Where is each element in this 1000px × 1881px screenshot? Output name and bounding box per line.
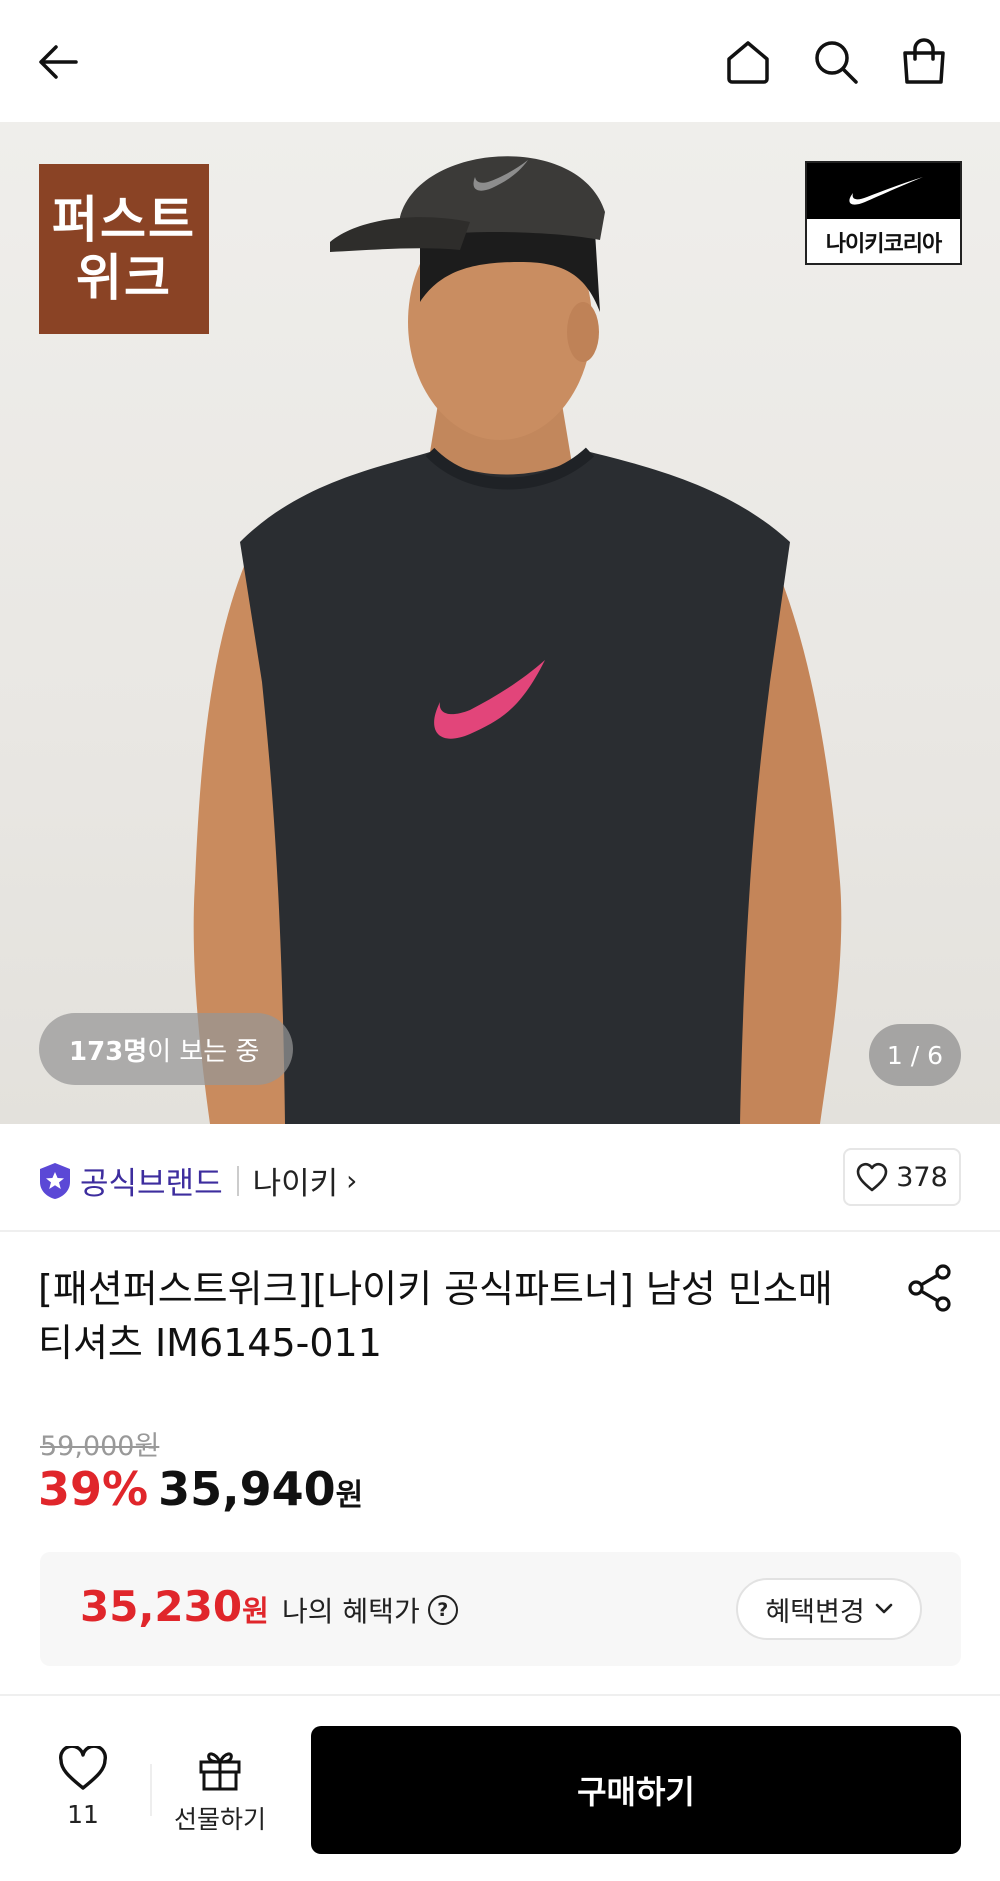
chevron-down-icon [875,1603,892,1614]
back-button[interactable] [30,34,86,90]
swoosh-icon [848,177,923,205]
shopping-bag-button[interactable] [896,34,952,90]
brand-like-button[interactable]: 378 [843,1148,961,1206]
gift-icon [199,1752,241,1791]
gift-label: 선물하기 [173,1805,266,1834]
shopping-bag-icon [903,38,945,84]
buy-button[interactable]: 구매하기 [311,1726,961,1854]
viewers-suffix: 이 보는 중 [147,1036,260,1067]
image-page-indicator: 1 / 6 [869,1024,961,1086]
change-benefit-label: 혜택변경 [765,1596,865,1628]
top-navigation-bar [0,0,1000,122]
discount-rate: 39% [38,1462,149,1516]
first-week-badge: 퍼스트 위크 [39,164,209,334]
home-icon [727,41,769,84]
product-image-carousel[interactable]: 퍼스트 위크 나이키코리아 173명 이 보는 중 1 / 6 [0,122,1000,1124]
benefit-price-currency: 원 [242,1594,269,1628]
product-title: [패션퍼스트위크][나이키 공식파트너] 남성 민소매 티셔츠 IM6145-0… [38,1267,833,1365]
heart-icon [59,1744,107,1790]
bottom-action-bar: 11 선물하기 구매하기 [0,1696,1000,1881]
benefit-label: 나의 혜택가 [282,1595,420,1628]
sale-price: 35,940 [158,1462,336,1516]
gift-button[interactable]: 선물하기 [166,1746,274,1836]
benefit-price-value: 35,230 [80,1582,243,1631]
wishlist-button[interactable]: 11 [40,1744,126,1829]
brand-name: 나이키 [252,1166,339,1202]
help-icon[interactable]: ? [427,1595,458,1625]
sale-price-currency: 원 [335,1478,364,1513]
arrow-left-icon [39,45,78,79]
share-icon [908,1264,951,1312]
price-row: 39% 35,940 원 [38,1462,363,1516]
heart-icon [856,1162,888,1192]
benefit-price: 35,230 원 [80,1582,269,1631]
brand-link[interactable]: 공식브랜드 나이키 › [38,1158,357,1203]
official-star-icon [40,1162,70,1199]
viewers-count: 173명 [69,1036,148,1067]
official-brand-label: 공식브랜드 [80,1166,223,1202]
change-benefit-button[interactable]: 혜택변경 [736,1578,922,1640]
nike-korea-logo: 나이키코리아 [805,161,962,265]
original-price: 59,000원 [40,1431,160,1462]
live-viewers-badge: 173명 이 보는 중 [39,1013,294,1085]
search-icon [815,41,858,84]
benefit-label-row: 나의 혜택가 ? [282,1590,458,1630]
brand-row: 공식브랜드 나이키 › 378 [0,1124,1000,1232]
share-button[interactable] [904,1262,956,1314]
wishlist-count: 11 [67,1800,99,1829]
chevron-right-icon: › [346,1164,358,1197]
divider [236,1165,239,1196]
divider [150,1764,152,1816]
my-benefit-price-box: 35,230 원 나의 혜택가 ? 혜택변경 [40,1552,961,1666]
search-button[interactable] [808,34,864,90]
home-button[interactable] [720,34,776,90]
brand-logo-text: 나이키코리아 [825,232,942,257]
brand-like-count: 378 [896,1161,948,1193]
